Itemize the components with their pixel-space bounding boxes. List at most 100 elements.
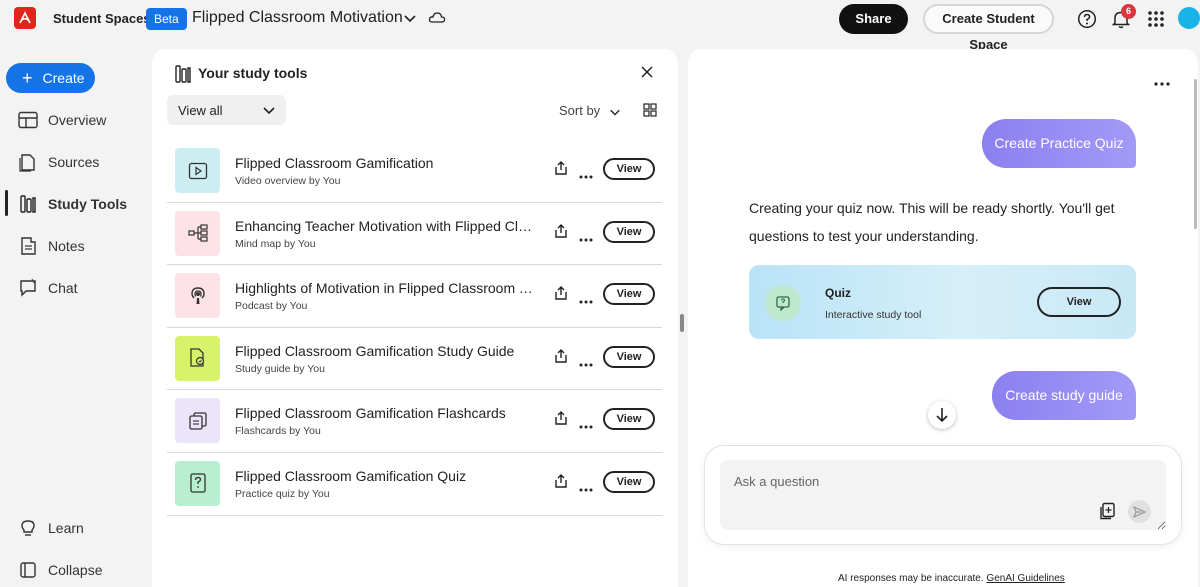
list-item[interactable]: Enhancing Teacher Motivation with Flippe… bbox=[167, 203, 662, 266]
grid-view-icon[interactable] bbox=[643, 103, 657, 122]
sidebar-item-chat[interactable]: Chat bbox=[18, 278, 78, 298]
panel-title: Your study tools bbox=[198, 65, 308, 81]
view-button[interactable]: View bbox=[603, 220, 655, 243]
quiz-card-title: Quiz bbox=[825, 286, 851, 300]
share-icon[interactable] bbox=[553, 223, 569, 244]
overview-icon bbox=[18, 110, 38, 130]
learn-label: Learn bbox=[48, 520, 84, 536]
share-icon[interactable] bbox=[553, 160, 569, 181]
view-filter-dropdown[interactable]: View all bbox=[167, 95, 286, 125]
study-tool-list: Flipped Classroom Gamification Video ove… bbox=[167, 140, 662, 516]
create-label: Create bbox=[42, 70, 85, 86]
tool-title: Flipped Classroom Gamification Study Gui… bbox=[235, 342, 515, 359]
ai-disclaimer: AI responses may be inaccurate. GenAI Gu… bbox=[838, 573, 1065, 584]
tool-subtitle: Mind map by You bbox=[235, 237, 316, 250]
chat-panel: Create Practice Quiz Creating your quiz … bbox=[688, 49, 1198, 587]
tool-title: Flipped Classroom Gamification Quiz bbox=[235, 467, 467, 484]
share-icon[interactable] bbox=[553, 473, 569, 494]
list-item[interactable]: Highlights of Motivation in Flipped Clas… bbox=[167, 265, 662, 328]
sidebar-item-study-tools[interactable]: Study Tools bbox=[18, 194, 127, 214]
chevron-down-icon[interactable] bbox=[403, 11, 417, 30]
space-title[interactable]: Flipped Classroom Motivation bbox=[192, 9, 403, 27]
more-options-icon[interactable] bbox=[579, 416, 593, 434]
view-button[interactable]: View bbox=[1037, 287, 1121, 317]
share-button[interactable]: Share bbox=[839, 4, 908, 34]
sources-icon bbox=[18, 152, 38, 172]
mind-map-icon bbox=[175, 210, 220, 256]
sidebar-item-sources[interactable]: Sources bbox=[18, 152, 99, 172]
active-indicator bbox=[5, 190, 8, 216]
chevron-down-icon bbox=[262, 103, 276, 120]
study-tools-icon bbox=[18, 194, 38, 214]
view-button[interactable]: View bbox=[603, 158, 655, 180]
share-icon[interactable] bbox=[553, 348, 569, 369]
quiz-card-subtitle: Interactive study tool bbox=[825, 309, 922, 321]
tool-title: Enhancing Teacher Motivation with Flippe… bbox=[235, 217, 538, 234]
view-button[interactable]: View bbox=[603, 470, 655, 493]
more-options-icon[interactable] bbox=[579, 354, 593, 372]
scroll-down-button[interactable] bbox=[928, 401, 956, 429]
tool-title: Flipped Classroom Gamification Flashcard… bbox=[235, 405, 506, 422]
genai-guidelines-link[interactable]: GenAI Guidelines bbox=[986, 573, 1064, 584]
learn-link[interactable]: Learn bbox=[18, 518, 84, 538]
avatar[interactable] bbox=[1178, 7, 1200, 29]
video-icon bbox=[175, 148, 220, 193]
tool-subtitle: Practice quiz by You bbox=[235, 487, 330, 500]
quiz-card[interactable]: Quiz Interactive study tool View bbox=[749, 265, 1136, 339]
tool-title: Flipped Classroom Gamification bbox=[235, 155, 434, 171]
user-message: Create study guide bbox=[992, 371, 1136, 420]
tool-subtitle: Podcast by You bbox=[235, 300, 308, 313]
list-item[interactable]: Flipped Classroom Gamification Video ove… bbox=[167, 140, 662, 203]
sidebar-item-label: Sources bbox=[48, 154, 100, 170]
view-button[interactable]: View bbox=[603, 345, 655, 368]
sort-by-label[interactable]: Sort by bbox=[559, 103, 600, 118]
collapse-button[interactable]: Collapse bbox=[18, 560, 102, 580]
chat-icon bbox=[18, 278, 38, 298]
sidebar-item-label: Study Tools bbox=[48, 196, 128, 212]
study-tools-panel: Your study tools View all Sort by Flippe… bbox=[152, 49, 678, 587]
notes-icon bbox=[18, 236, 38, 256]
beta-badge: Beta bbox=[146, 8, 187, 30]
collapse-icon bbox=[18, 560, 38, 580]
arrow-down-icon bbox=[936, 408, 948, 423]
share-icon[interactable] bbox=[553, 410, 569, 431]
panel-resize-handle[interactable] bbox=[680, 314, 684, 332]
sidebar-item-notes[interactable]: Notes bbox=[18, 236, 85, 256]
cloud-icon[interactable] bbox=[428, 10, 446, 31]
more-options-icon[interactable] bbox=[579, 479, 593, 497]
view-button[interactable]: View bbox=[603, 408, 655, 431]
more-options-icon[interactable] bbox=[579, 166, 593, 184]
chevron-down-icon[interactable] bbox=[609, 105, 621, 123]
list-item[interactable]: Flipped Classroom Gamification Quiz Prac… bbox=[167, 453, 662, 516]
create-student-space-button[interactable]: Create Student Space bbox=[923, 4, 1054, 52]
help-icon[interactable] bbox=[1077, 9, 1097, 34]
close-icon[interactable] bbox=[640, 65, 654, 84]
send-button[interactable] bbox=[1128, 500, 1151, 523]
more-options-icon[interactable] bbox=[579, 291, 593, 309]
tool-subtitle: Flashcards by You bbox=[235, 425, 321, 438]
more-options-icon[interactable] bbox=[579, 229, 593, 247]
create-button[interactable]: + Create bbox=[6, 63, 95, 93]
flashcards-icon bbox=[175, 398, 220, 444]
top-bar: Student Spaces Beta Flipped Classroom Mo… bbox=[0, 0, 1200, 52]
more-options-icon[interactable] bbox=[1154, 73, 1170, 91]
disclaimer-text: AI responses may be inaccurate. bbox=[838, 573, 984, 584]
list-item[interactable]: Flipped Classroom Gamification Flashcard… bbox=[167, 390, 662, 453]
share-icon[interactable] bbox=[553, 285, 569, 306]
sidebar-item-label: Overview bbox=[48, 112, 107, 128]
sidebar-item-overview[interactable]: Overview bbox=[18, 110, 106, 130]
tool-subtitle: Video overview by You bbox=[235, 175, 341, 187]
study-guide-icon bbox=[175, 335, 220, 381]
view-button[interactable]: View bbox=[603, 283, 655, 306]
send-icon bbox=[1133, 505, 1146, 518]
sidebar-item-label: Chat bbox=[48, 280, 78, 296]
attach-icon[interactable] bbox=[1099, 502, 1117, 525]
acrobat-logo-icon[interactable] bbox=[14, 7, 36, 29]
apps-grid-icon[interactable] bbox=[1147, 10, 1165, 33]
notification-count-badge: 6 bbox=[1121, 4, 1136, 19]
view-filter-value: View all bbox=[178, 102, 223, 118]
scrollbar[interactable] bbox=[1194, 79, 1197, 229]
plus-icon: + bbox=[22, 68, 33, 88]
app-name: Student Spaces bbox=[53, 11, 151, 26]
list-item[interactable]: Flipped Classroom Gamification Study Gui… bbox=[167, 328, 662, 391]
